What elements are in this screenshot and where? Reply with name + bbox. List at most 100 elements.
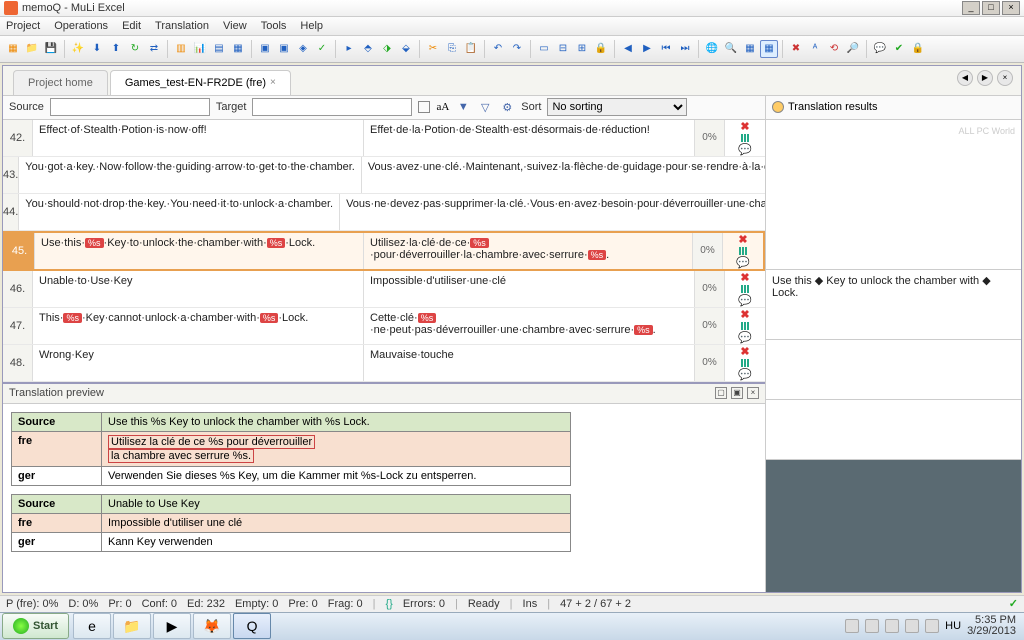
target-cell[interactable]: Impossible·d'utiliser·une·clé: [364, 271, 695, 307]
tag-icon[interactable]: ⬘: [359, 40, 377, 58]
split-icon[interactable]: ⊞: [573, 40, 591, 58]
source-filter-input[interactable]: [50, 98, 210, 116]
concordance-icon[interactable]: 🔍: [722, 40, 740, 58]
comment-bubble-icon[interactable]: 💬: [736, 256, 750, 269]
nav2-icon[interactable]: ▶: [638, 40, 656, 58]
source-cell[interactable]: Effect·of·Stealth·Potion·is·now·off!: [33, 120, 364, 156]
source-cell[interactable]: You·got·a·key.·Now·follow·the·guiding·ar…: [19, 157, 362, 193]
import-icon[interactable]: ⬇: [88, 40, 106, 58]
segment-row[interactable]: 45.Use·this·%s·Key·to·unlock·the·chamber…: [3, 231, 765, 271]
nav1-icon[interactable]: ◀: [619, 40, 637, 58]
results-box-1[interactable]: ALL PC World: [766, 120, 1021, 270]
tray-icon-3[interactable]: [885, 619, 899, 633]
lock-icon[interactable]: 🔒: [592, 40, 610, 58]
target-filter-input[interactable]: [252, 98, 412, 116]
comment-bubble-icon[interactable]: 💬: [738, 143, 752, 156]
close-button[interactable]: ×: [1002, 1, 1020, 15]
menu-tools[interactable]: Tools: [261, 20, 287, 32]
source-cell[interactable]: Unable·to·Use·Key: [33, 271, 364, 307]
segment-row[interactable]: 42.Effect·of·Stealth·Potion·is·now·off!E…: [3, 120, 765, 157]
close-tab-icon[interactable]: ×: [270, 77, 276, 88]
tab-document[interactable]: Games_test-EN-FR2DE (fre)×: [110, 70, 291, 95]
active-view-icon[interactable]: ▦: [760, 40, 778, 58]
tab-project-home[interactable]: Project home: [13, 70, 108, 95]
start-button[interactable]: Start: [2, 613, 69, 639]
export-icon[interactable]: ⬆: [107, 40, 125, 58]
target-cell[interactable]: Vous·avez·une·clé.·Maintenant,·suivez·la…: [362, 157, 765, 193]
source-cell[interactable]: Wrong·Key: [33, 345, 364, 381]
cut-icon[interactable]: ✂: [424, 40, 442, 58]
source-cell[interactable]: This·%s·Key·cannot·unlock·a·chamber·with…: [33, 308, 364, 344]
analysis-icon[interactable]: ▦: [229, 40, 247, 58]
segment-row[interactable]: 46.Unable·to·Use·KeyImpossible·d'utilise…: [3, 271, 765, 308]
tag3-icon[interactable]: ⬙: [397, 40, 415, 58]
segment-row[interactable]: 43.You·got·a·key.·Now·follow·the·guiding…: [3, 157, 765, 194]
task-ie[interactable]: e: [73, 613, 111, 639]
pretranslate3-icon[interactable]: ◈: [294, 40, 312, 58]
source-cell[interactable]: You·should·not·drop·the·key.·You·need·it…: [19, 194, 340, 230]
case-checkbox[interactable]: [418, 101, 430, 113]
task-media[interactable]: ▶: [153, 613, 191, 639]
locked-icon[interactable]: 🔒: [909, 40, 927, 58]
redo-icon[interactable]: ↷: [508, 40, 526, 58]
stats-icon[interactable]: ▥: [172, 40, 190, 58]
wizard-icon[interactable]: ✨: [69, 40, 87, 58]
pretranslate2-icon[interactable]: ▣: [275, 40, 293, 58]
translation-grid[interactable]: 42.Effect·of·Stealth·Potion·is·now·off!E…: [3, 120, 765, 382]
new-icon[interactable]: ▦: [4, 40, 22, 58]
report-icon[interactable]: ▤: [210, 40, 228, 58]
copy-src-icon[interactable]: ▸: [340, 40, 358, 58]
preview-close-icon[interactable]: ×: [747, 387, 759, 399]
task-memoq[interactable]: Q: [233, 613, 271, 639]
comment-bubble-icon[interactable]: 💬: [738, 331, 752, 344]
comment-icon[interactable]: 💬: [871, 40, 889, 58]
qa-icon[interactable]: ✖: [787, 40, 805, 58]
segment-row[interactable]: 48.Wrong·KeyMauvaise·touche0%✖💬: [3, 345, 765, 382]
sync-icon[interactable]: ⇄: [145, 40, 163, 58]
tm-icon[interactable]: ▦: [741, 40, 759, 58]
tray-icon-5[interactable]: [925, 619, 939, 633]
pretranslate-icon[interactable]: ▣: [256, 40, 274, 58]
filter-clear-icon[interactable]: ▽: [477, 99, 493, 115]
chart-icon[interactable]: 📊: [191, 40, 209, 58]
approve-icon[interactable]: ✔: [890, 40, 908, 58]
spell-icon[interactable]: ᴬ: [806, 40, 824, 58]
tray-icon-1[interactable]: [845, 619, 859, 633]
menu-edit[interactable]: Edit: [122, 20, 141, 32]
filter-adv-icon[interactable]: ⚙: [499, 99, 515, 115]
minimize-button[interactable]: _: [962, 1, 980, 15]
tray-icon-4[interactable]: [905, 619, 919, 633]
confirm-icon[interactable]: ✓: [313, 40, 331, 58]
comment-bubble-icon[interactable]: 💬: [738, 294, 752, 307]
segment-icon[interactable]: ▭: [535, 40, 553, 58]
menu-help[interactable]: Help: [300, 20, 323, 32]
task-firefox[interactable]: 🦊: [193, 613, 231, 639]
tray-lang[interactable]: HU: [945, 620, 961, 632]
replace-icon[interactable]: ⟲: [825, 40, 843, 58]
task-explorer[interactable]: 📁: [113, 613, 151, 639]
preview-pin-icon[interactable]: ▢: [715, 387, 727, 399]
tab-next-icon[interactable]: ▶: [977, 70, 993, 86]
results-suggestion[interactable]: Use this ◆ Key to unlock the chamber wit…: [766, 270, 1021, 340]
join-icon[interactable]: ⊟: [554, 40, 572, 58]
menu-project[interactable]: Project: [6, 20, 40, 32]
source-cell[interactable]: Use·this·%s·Key·to·unlock·the·chamber·wi…: [35, 233, 364, 269]
preview-undock-icon[interactable]: ▣: [731, 387, 743, 399]
menu-operations[interactable]: Operations: [54, 20, 108, 32]
find-icon[interactable]: 🔎: [844, 40, 862, 58]
comment-bubble-icon[interactable]: 💬: [738, 368, 752, 381]
save-icon[interactable]: 💾: [42, 40, 60, 58]
target-cell[interactable]: Utilisez·la·clé·de·ce·%s·pour·déverrouil…: [364, 233, 693, 269]
paste-icon[interactable]: 📋: [462, 40, 480, 58]
tab-prev-icon[interactable]: ◀: [957, 70, 973, 86]
undo-icon[interactable]: ↶: [489, 40, 507, 58]
target-cell[interactable]: Cette·clé·%s·ne·peut·pas·déverrouiller·u…: [364, 308, 695, 344]
target-cell[interactable]: Vous·ne·devez·pas·supprimer·la·clé.·Vous…: [340, 194, 765, 230]
results-box-3[interactable]: [766, 340, 1021, 400]
tab-close-icon[interactable]: ×: [997, 70, 1013, 86]
target-cell[interactable]: Mauvaise·touche: [364, 345, 695, 381]
results-box-4[interactable]: [766, 400, 1021, 460]
segment-row[interactable]: 47.This·%s·Key·cannot·unlock·a·chamber·w…: [3, 308, 765, 345]
nav4-icon[interactable]: ⏭: [676, 40, 694, 58]
maximize-button[interactable]: □: [982, 1, 1000, 15]
